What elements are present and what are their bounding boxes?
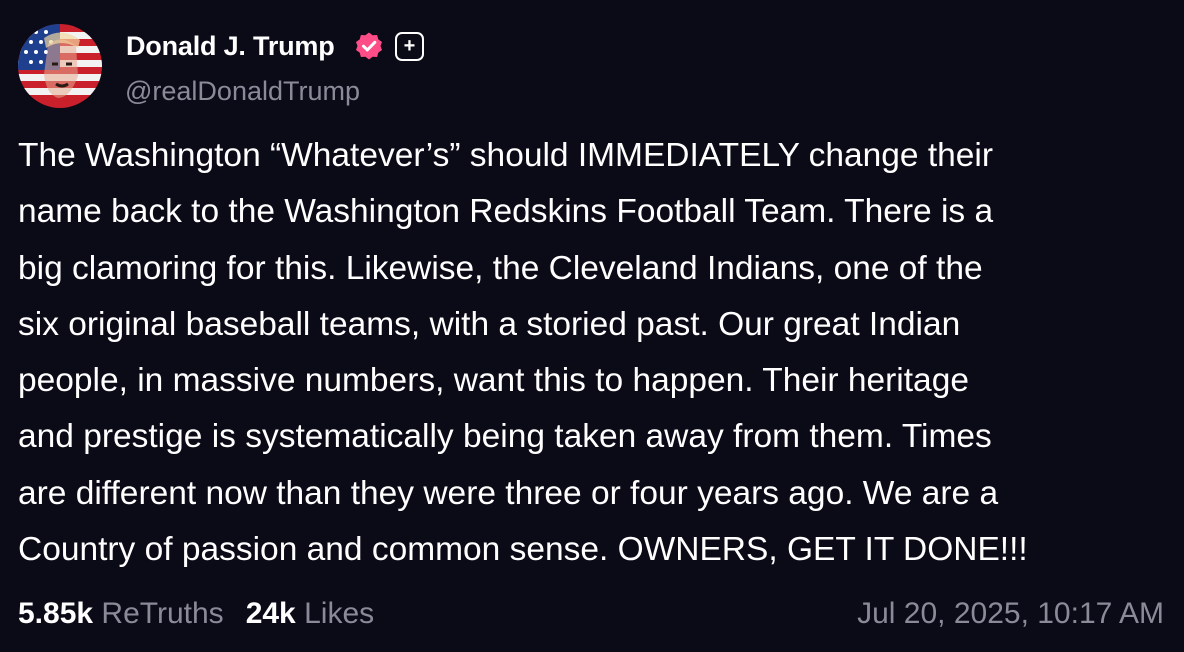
post-body-line: and prestige is systematically being tak… xyxy=(18,418,992,456)
avatar-image xyxy=(18,24,102,108)
likes-label: Likes xyxy=(304,597,375,630)
post-timestamp[interactable]: Jul 20, 2025, 10:17 AM xyxy=(857,594,1164,634)
retruths-label: ReTruths xyxy=(101,597,224,630)
likes-stat[interactable]: 24k Likes xyxy=(246,597,374,630)
author-avatar[interactable] xyxy=(18,24,102,108)
post-body: The Washington “Whatever’s” should IMMED… xyxy=(18,128,1168,578)
verified-badge-icon xyxy=(356,32,382,60)
truth-post: Donald J. Trump + @realDonaldTrump The W… xyxy=(0,0,1184,652)
plus-badge-icon: + xyxy=(395,32,424,61)
post-body-line: big clamoring for this. Likewise, the Cl… xyxy=(18,249,983,287)
post-body-line: Country of passion and common sense. OWN… xyxy=(18,531,1028,569)
post-body-line: name back to the Washington Redskins Foo… xyxy=(18,193,994,231)
post-body-line: people, in massive numbers, want this to… xyxy=(18,362,969,400)
likes-count: 24k xyxy=(245,597,296,630)
retruths-count: 5.85k xyxy=(18,597,94,630)
retruths-stat[interactable]: 5.85k ReTruths xyxy=(18,597,224,630)
post-body-line: The Washington “Whatever’s” should IMMED… xyxy=(18,137,994,174)
post-body-line: six original baseball teams, with a stor… xyxy=(18,305,961,343)
engagement-stats: 5.85k ReTruths 24k Likes xyxy=(18,594,374,634)
author-handle[interactable]: @realDonaldTrump xyxy=(125,74,360,108)
post-body-line: are different now than they were three o… xyxy=(18,474,999,512)
author-display-name[interactable]: Donald J. Trump xyxy=(126,29,335,63)
